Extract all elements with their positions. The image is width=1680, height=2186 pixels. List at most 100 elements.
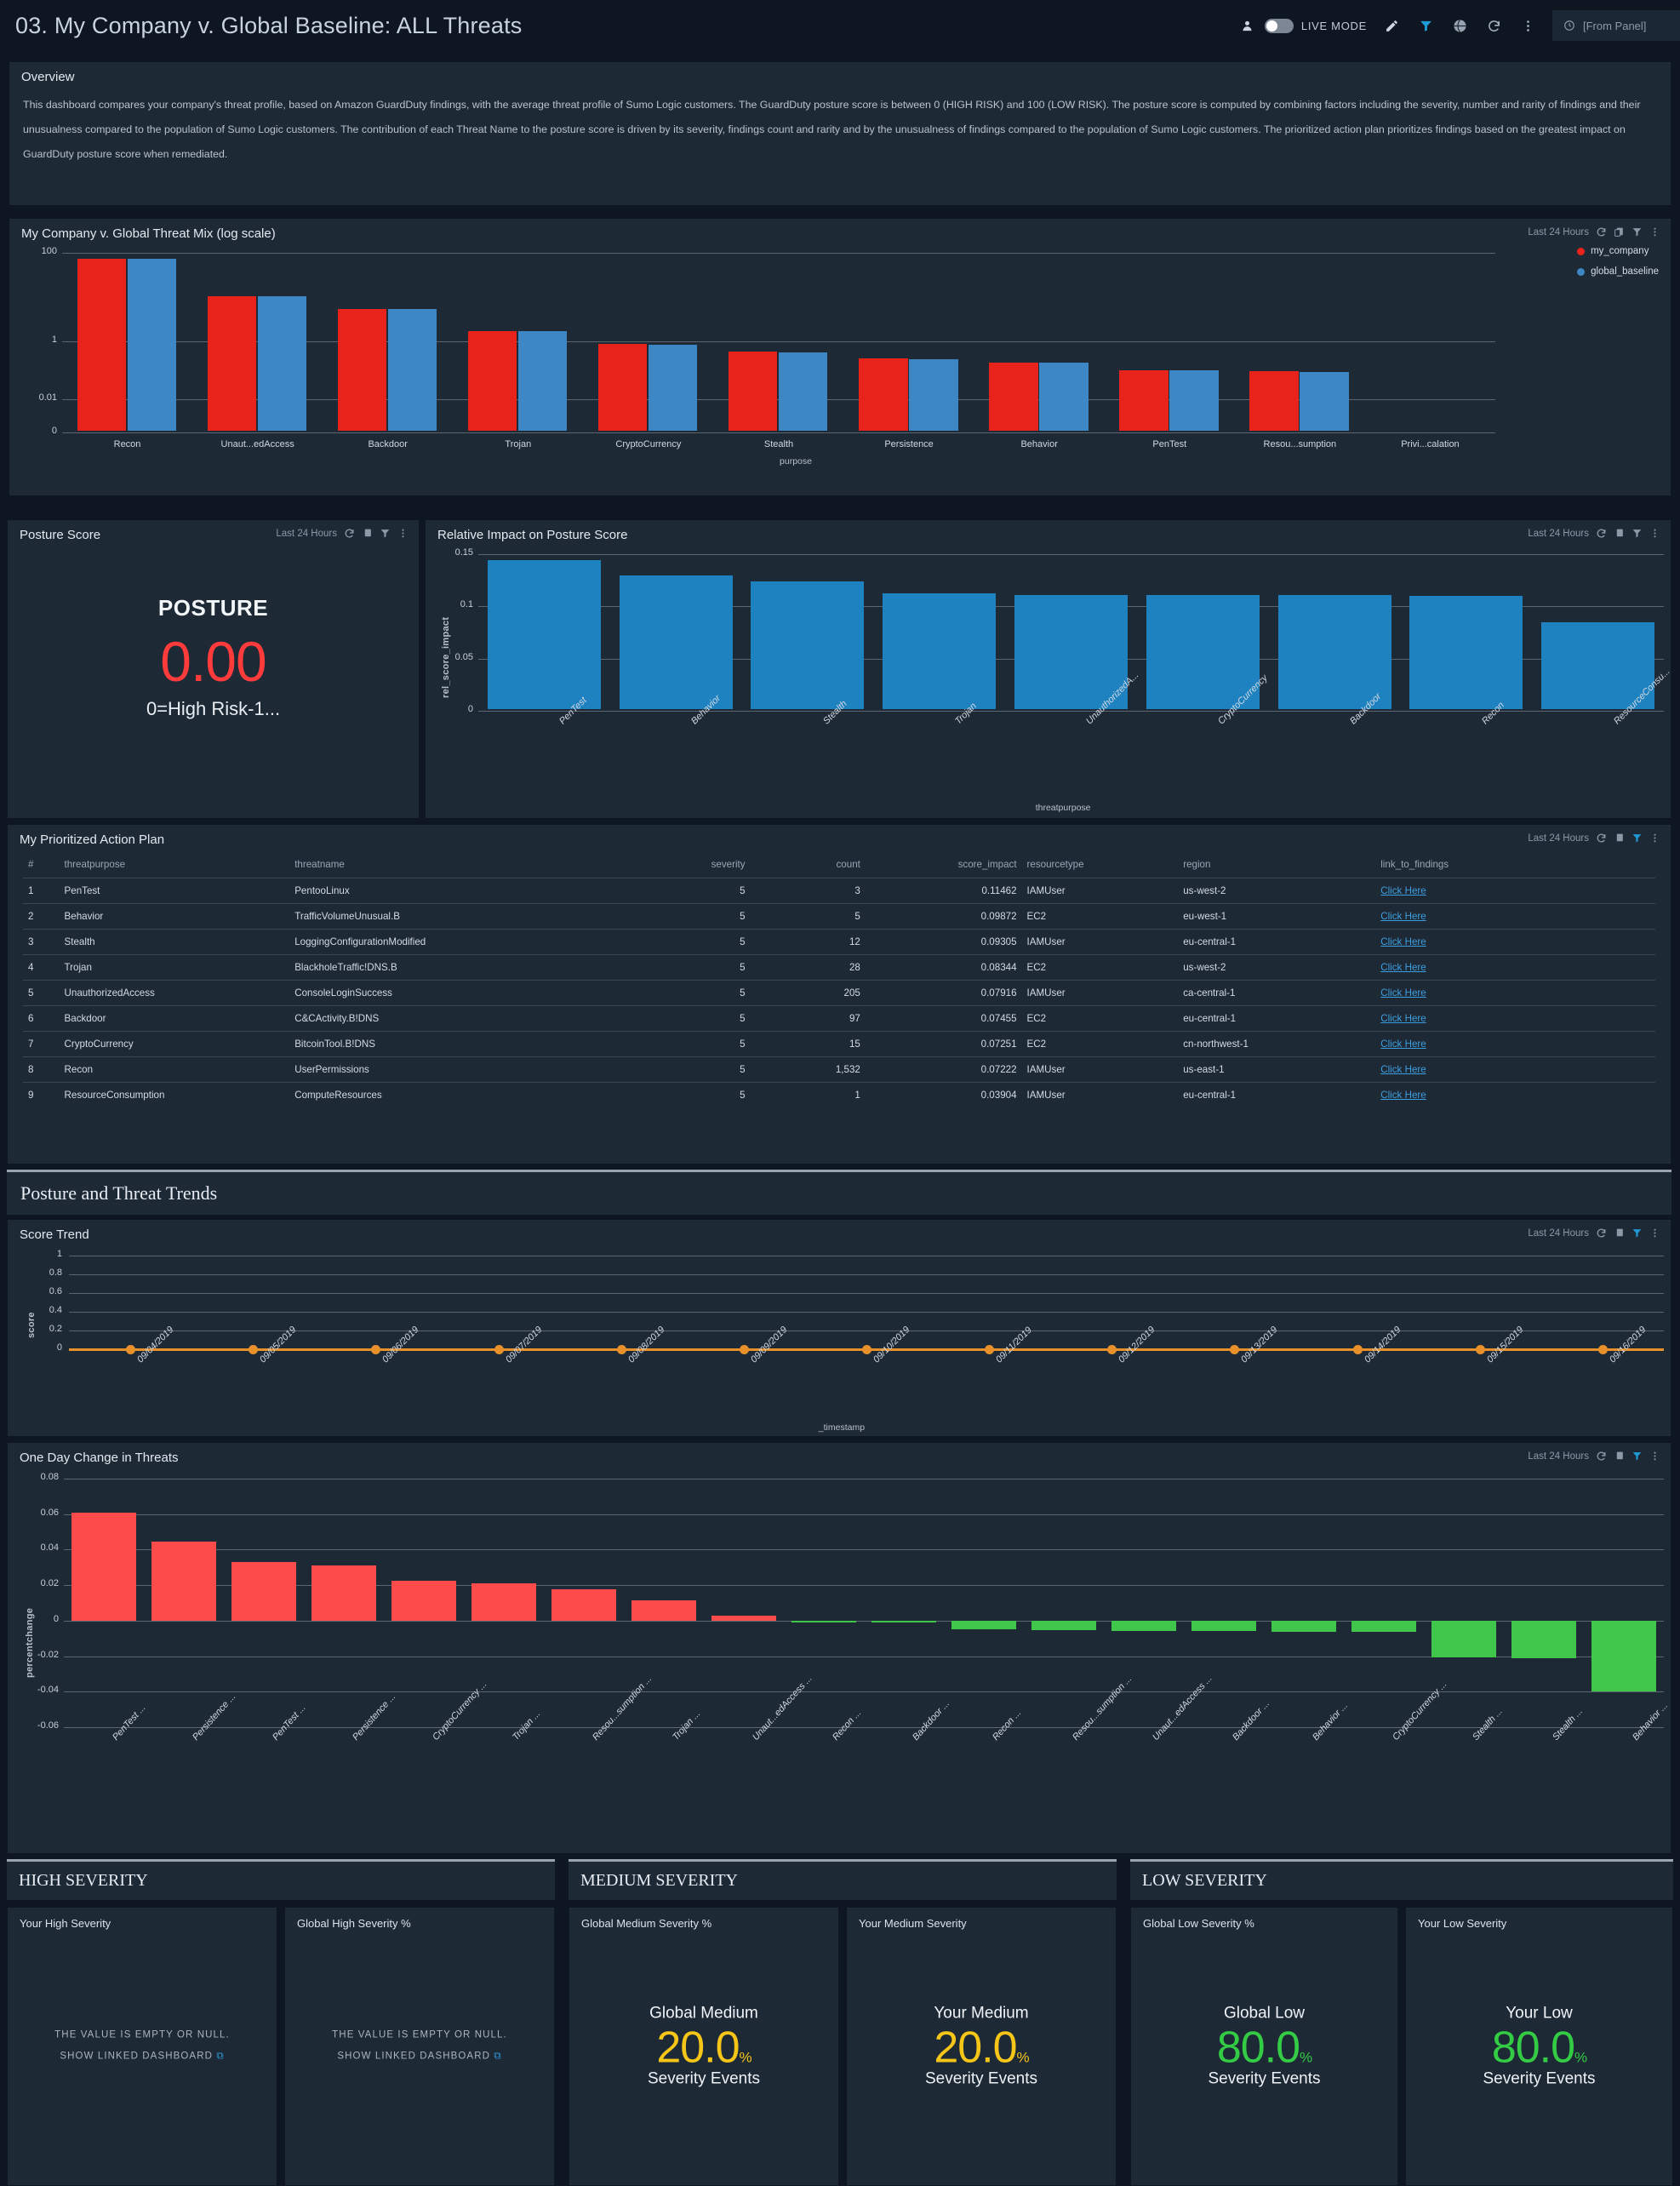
link-to-findings-cell[interactable]: Click Here [1375, 1031, 1655, 1057]
copy-panel-icon[interactable] [1614, 1451, 1625, 1462]
table-cell: IAMUser [1021, 929, 1179, 955]
relative-impact-panel: Relative Impact on Posture Score Last 24… [425, 519, 1671, 819]
severity-section-header-1: MEDIUM SEVERITY [569, 1859, 1117, 1900]
table-cell: 0.09305 [865, 929, 1022, 955]
show-linked-dashboard-link[interactable]: SHOW LINKED DASHBOARD ⧉ [285, 2046, 554, 2068]
gridline [64, 1585, 1664, 1587]
y-axis-tick: 0.8 [49, 1268, 62, 1278]
edit-pencil-icon[interactable] [1382, 16, 1401, 35]
click-here-link[interactable]: Click Here [1380, 1090, 1426, 1101]
click-here-link[interactable]: Click Here [1380, 1064, 1426, 1075]
link-to-findings-cell[interactable]: Click Here [1375, 1005, 1655, 1032]
column-header-region[interactable]: region [1178, 854, 1375, 878]
table-cell: 1,532 [750, 1056, 866, 1083]
table-cell: 15 [750, 1031, 866, 1057]
percent-unit: % [1574, 2049, 1587, 2066]
copy-panel-icon[interactable] [1614, 833, 1625, 844]
more-vertical-icon[interactable] [1518, 16, 1537, 35]
bar-global_baseline [1039, 363, 1089, 431]
link-to-findings-cell[interactable]: Click Here [1375, 1082, 1655, 1107]
link-to-findings-cell[interactable]: Click Here [1375, 1056, 1655, 1083]
link-to-findings-cell[interactable]: Click Here [1375, 980, 1655, 1006]
table-cell: 5 [635, 1056, 751, 1083]
more-vertical-icon[interactable] [1649, 528, 1660, 539]
link-to-findings-cell[interactable]: Click Here [1375, 954, 1655, 981]
click-here-link[interactable]: Click Here [1380, 1039, 1426, 1050]
column-header-severity[interactable]: severity [635, 854, 750, 878]
refresh-icon[interactable] [1596, 1227, 1607, 1239]
filter-icon[interactable] [1631, 226, 1643, 237]
link-to-findings-cell[interactable]: Click Here [1375, 929, 1655, 955]
table-cell: us-west-2 [1178, 878, 1376, 904]
data-point [1230, 1345, 1240, 1354]
copy-panel-icon[interactable] [362, 528, 373, 539]
live-mode-toggle-group[interactable]: LIVE MODE [1238, 16, 1367, 35]
severity-card-caption: Global High Severity % [297, 1917, 411, 1930]
more-vertical-icon[interactable] [397, 528, 409, 539]
bar-global_baseline [257, 296, 307, 431]
table-cell: 5 [635, 903, 751, 930]
refresh-icon[interactable] [1484, 16, 1503, 35]
refresh-icon[interactable] [1596, 528, 1607, 539]
copy-panel-icon[interactable] [1614, 1227, 1625, 1239]
severity-section-header-2: LOW SEVERITY [1130, 1859, 1673, 1900]
copy-panel-icon[interactable] [1614, 226, 1625, 237]
more-vertical-icon[interactable] [1649, 226, 1660, 237]
bar [791, 1620, 856, 1622]
table-cell: 0.07916 [865, 980, 1022, 1006]
table-row: 3 Stealth LoggingConfigurationModified 5 12 0… [23, 929, 1655, 955]
x-axis-tick: Backdoor ... [1230, 1698, 1271, 1743]
click-here-link[interactable]: Click Here [1380, 885, 1426, 896]
bar [151, 1542, 216, 1621]
live-mode-switch[interactable] [1264, 18, 1294, 33]
filter-icon[interactable] [1631, 1451, 1643, 1462]
column-header-threatpurpose[interactable]: threatpurpose [60, 854, 290, 878]
filter-icon[interactable] [1416, 16, 1435, 35]
severity-card: Your Medium Severity Your Medium 20.0% Seve… [846, 1907, 1117, 2186]
time-range-picker[interactable]: [From Panel] [1552, 10, 1680, 41]
more-vertical-icon[interactable] [1649, 1227, 1660, 1239]
link-to-findings-cell[interactable]: Click Here [1375, 878, 1655, 904]
y-axis-label: percentchange [25, 1607, 35, 1678]
posture-label: POSTURE [157, 595, 269, 621]
filter-icon[interactable] [1631, 1227, 1643, 1239]
copy-panel-icon[interactable] [1614, 528, 1625, 539]
globe-icon[interactable] [1450, 16, 1469, 35]
filter-icon[interactable] [1631, 528, 1643, 539]
y-axis-tick: 0.15 [454, 547, 473, 558]
refresh-icon[interactable] [1596, 226, 1607, 237]
link-to-findings-cell[interactable]: Click Here [1375, 903, 1655, 930]
y-axis-tick: 100 [41, 246, 57, 256]
show-linked-dashboard-link[interactable]: SHOW LINKED DASHBOARD ⧉ [8, 2046, 277, 2068]
column-header-link_to_findings[interactable]: link_to_findings [1375, 854, 1655, 878]
refresh-icon[interactable] [344, 528, 355, 539]
data-point [739, 1345, 749, 1354]
column-header-[interactable]: # [23, 854, 60, 878]
more-vertical-icon[interactable] [1649, 833, 1660, 844]
table-cell: 0.07455 [865, 1005, 1022, 1032]
column-header-resourcetype[interactable]: resourcetype [1022, 854, 1179, 878]
relative-impact-title: Relative Impact on Posture Score [437, 528, 628, 542]
y-axis-tick: 0.02 [40, 1578, 59, 1589]
column-header-score_impact[interactable]: score_impact [866, 854, 1022, 878]
refresh-icon[interactable] [1596, 1451, 1607, 1462]
gridline [69, 1274, 1664, 1275]
filter-icon[interactable] [1631, 833, 1643, 844]
gridline [64, 1549, 1664, 1551]
click-here-link[interactable]: Click Here [1380, 987, 1426, 999]
filter-icon[interactable] [380, 528, 391, 539]
click-here-link[interactable]: Click Here [1380, 1013, 1426, 1024]
bar-global_baseline [909, 359, 958, 431]
severity-metric-title: Global Low [1223, 2004, 1306, 2023]
x-axis-tick: PenTest ... [270, 1702, 308, 1743]
click-here-link[interactable]: Click Here [1380, 936, 1426, 947]
column-header-count[interactable]: count [751, 854, 866, 878]
more-vertical-icon[interactable] [1649, 1451, 1660, 1462]
click-here-link[interactable]: Click Here [1380, 962, 1426, 973]
column-header-threatname[interactable]: threatname [289, 854, 635, 878]
gridline [478, 711, 1664, 712]
click-here-link[interactable]: Click Here [1380, 911, 1426, 922]
x-axis-tick: CryptoCurrency ... [430, 1679, 489, 1743]
legend-global-baseline: global_baseline [1591, 266, 1659, 277]
refresh-icon[interactable] [1596, 833, 1607, 844]
